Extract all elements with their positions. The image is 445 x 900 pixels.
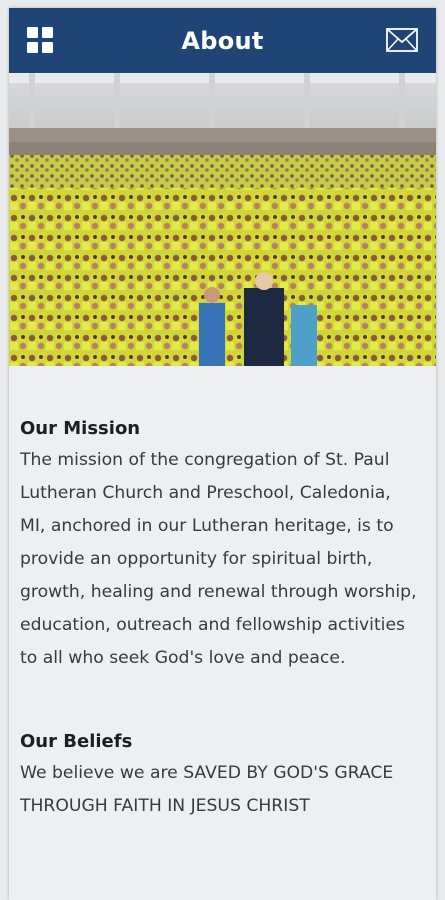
group-photo (9, 73, 436, 366)
page-title: About (181, 26, 264, 55)
app-header: About (9, 8, 436, 73)
beliefs-heading: Our Beliefs (20, 731, 133, 752)
grid-menu-icon[interactable] (27, 27, 54, 54)
mission-body: The mission of the congregation of St. P… (20, 450, 417, 668)
app-frame: About Our Mission The mission of the con… (9, 8, 436, 900)
mission-section: Our Mission The mission of the congregat… (20, 414, 420, 675)
beliefs-body: We believe we are SAVED BY GOD'S GRACE T… (20, 763, 394, 816)
about-content: Our Mission The mission of the congregat… (20, 414, 420, 823)
group-photo-image (9, 73, 436, 366)
mail-icon[interactable] (386, 28, 418, 52)
beliefs-section: Our Beliefs We believe we are SAVED BY G… (20, 727, 420, 823)
mission-heading: Our Mission (20, 418, 141, 439)
